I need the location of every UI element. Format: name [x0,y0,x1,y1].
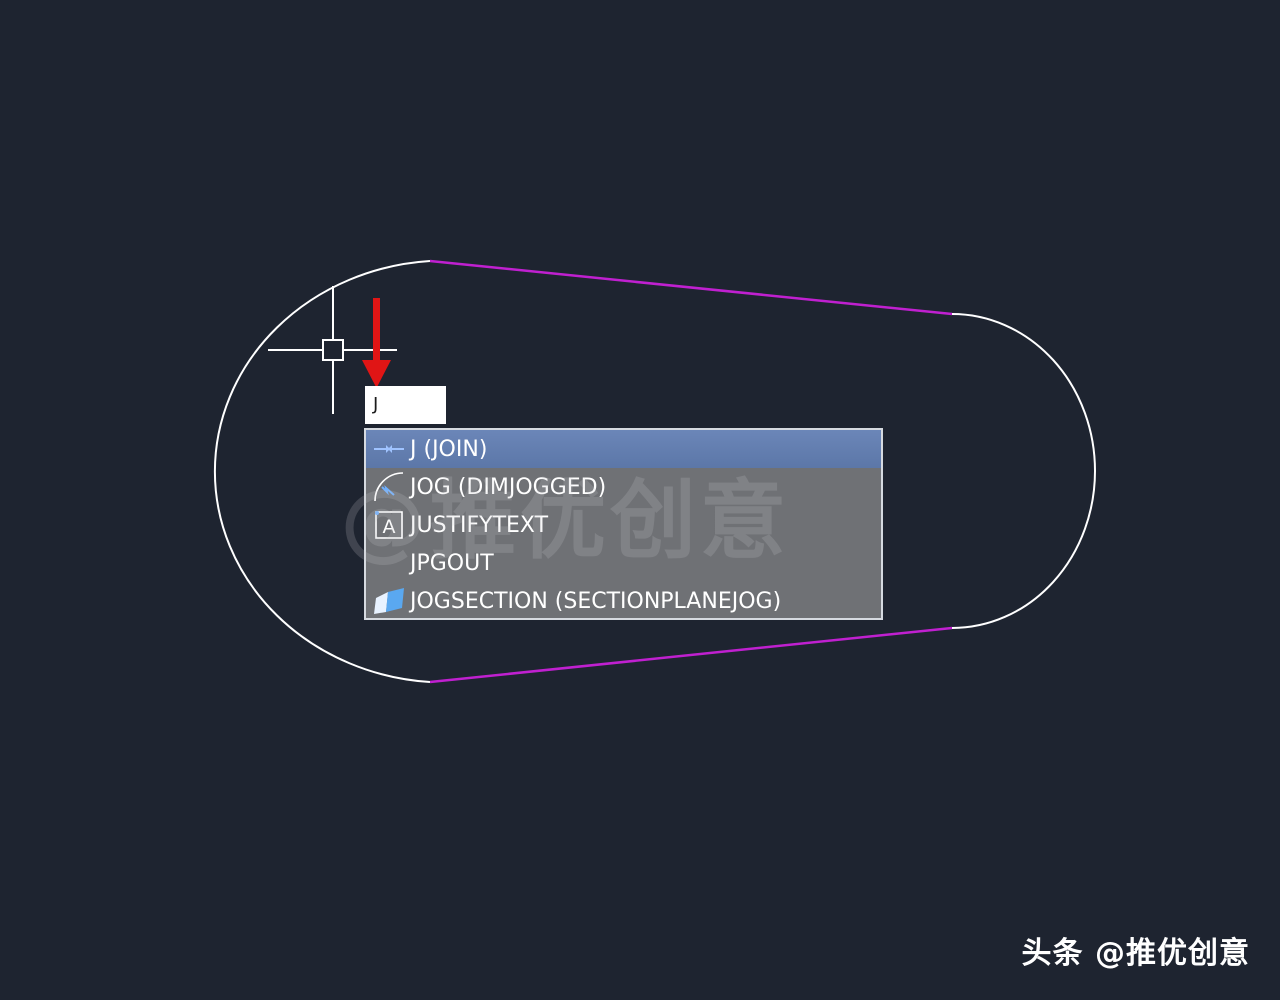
dynamic-input-field[interactable]: J [365,386,446,424]
blank-icon [370,544,408,582]
right-arc[interactable] [951,313,1096,629]
autocomplete-item-sectionplanejog[interactable]: JOGSECTION (SECTIONPLANEJOG) [366,582,881,618]
autocomplete-item-label: JOGSECTION (SECTIONPLANEJOG) [410,588,782,614]
dynamic-input-value: J [373,394,379,415]
top-line[interactable] [429,259,953,316]
autocomplete-item-label: JPGOUT [410,550,494,576]
autocomplete-item-justifytext[interactable]: A JUSTIFYTEXT [366,506,881,544]
bottom-line[interactable] [429,626,953,684]
command-autocomplete-list[interactable]: J (JOIN) JOG (DIMJOGGED) A JUSTIFYTEXT J… [364,428,883,620]
autocomplete-item-dimjogged[interactable]: JOG (DIMJOGGED) [366,468,881,506]
autocomplete-item-join[interactable]: J (JOIN) [366,430,881,468]
drawing-canvas[interactable]: J J (JOIN) JOG (DIMJOGGED) A JUSTIFYTEXT… [0,0,1280,1000]
source-watermark: 头条 @推优创意 [1021,936,1250,971]
autocomplete-item-label: J (JOIN) [410,436,488,462]
dimjogged-icon [370,468,408,506]
autocomplete-item-label: JOG (DIMJOGGED) [410,474,607,500]
autocomplete-item-jpgout[interactable]: JPGOUT [366,544,881,582]
svg-text:A: A [383,516,396,538]
sectionplanejog-icon [370,582,408,618]
red-arrow-icon [362,298,391,388]
join-icon [370,430,408,468]
justifytext-icon: A [370,506,408,544]
autocomplete-item-label: JUSTIFYTEXT [410,512,549,538]
